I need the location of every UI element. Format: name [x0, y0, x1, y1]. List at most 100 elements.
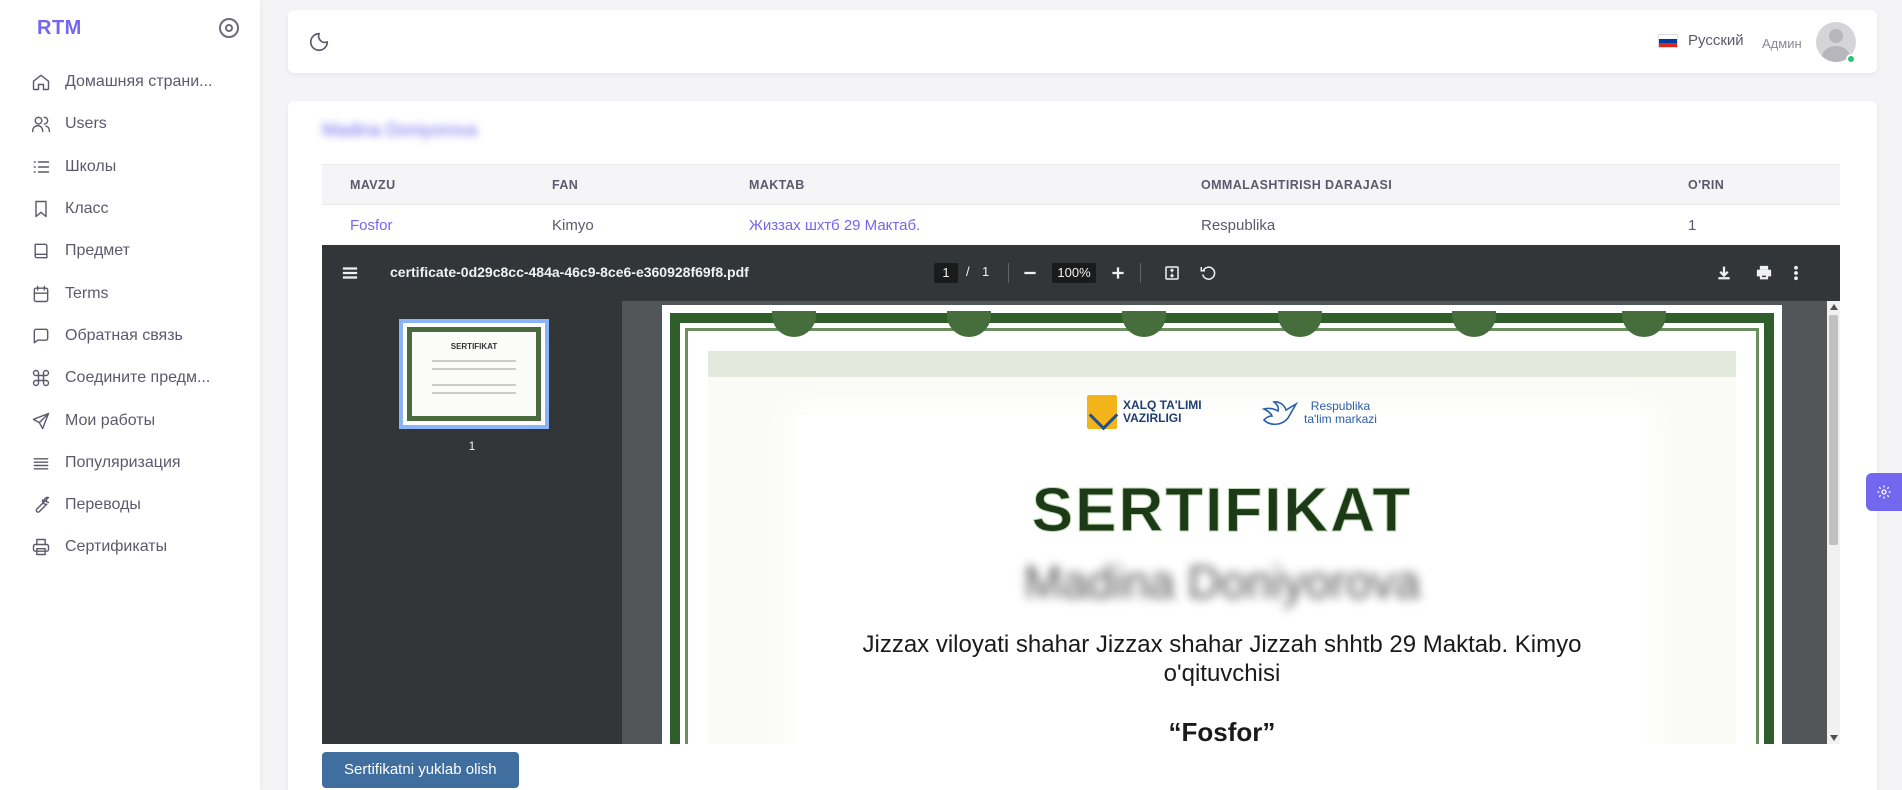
certificate-table: MAVZU FAN MAKTAB OMMALASHTIRISH DARAJASI…	[322, 164, 1840, 247]
ministry-logo-icon	[1087, 395, 1117, 429]
command-icon	[30, 367, 52, 389]
ornament	[1278, 311, 1322, 337]
pdf-page-view[interactable]: XALQ TA'LIMI VAZIRLIGI Respublika ta'lim…	[622, 301, 1840, 744]
sidebar-item-class[interactable]: Класс	[0, 188, 260, 230]
column-header-subject: FAN	[524, 164, 721, 205]
subject-cell: Kimyo	[552, 217, 594, 235]
language-switcher[interactable]: Русский	[1658, 32, 1744, 49]
sidebar-toggle-icon[interactable]	[219, 18, 239, 38]
education-center-logo-text: Respublika ta'lim markazi	[1304, 400, 1377, 426]
sidebar-item-label: Переводы	[65, 496, 141, 514]
ornament	[1622, 311, 1666, 337]
zoom-in-icon[interactable]	[1108, 263, 1128, 283]
rotate-icon[interactable]	[1198, 263, 1218, 283]
certificate-page: XALQ TA'LIMI VAZIRLIGI Respublika ta'lim…	[662, 305, 1782, 744]
sidebar-item-terms[interactable]: Terms	[0, 272, 260, 314]
gear-icon	[1877, 485, 1891, 499]
column-header-level: OMMALASHTIRISH DARAJASI	[1173, 164, 1660, 205]
calendar-icon	[30, 283, 52, 305]
zoom-level-input[interactable]: 100%	[1052, 263, 1096, 283]
sidebar-item-label: Класс	[65, 200, 109, 218]
sidebar-item-label: Домашняя страни...	[65, 73, 213, 91]
brand-logo[interactable]: RTM	[37, 17, 82, 40]
sidebar: RTM Домашняя страни... Users Школы Класс…	[0, 0, 260, 790]
lines-icon	[30, 452, 52, 474]
certificate-title: SERTIFIKAT	[1031, 476, 1413, 546]
place-cell: 1	[1688, 217, 1697, 235]
fit-page-icon[interactable]	[1162, 263, 1182, 283]
send-icon	[30, 410, 52, 432]
thumbnail-title: SERTIFIKAT	[450, 342, 498, 351]
column-header-place: O'RIN	[1660, 164, 1840, 205]
sidebar-item-translations[interactable]: Переводы	[0, 484, 260, 526]
school-link[interactable]: Жиззах шхтб 29 Мактаб.	[721, 205, 1173, 247]
zoom-out-icon[interactable]	[1020, 263, 1040, 283]
ornament	[1452, 311, 1496, 337]
thumbnail-sidebar: SERTIFIKAT 1	[322, 301, 622, 744]
education-center-logo-line: ta'lim markazi	[1304, 412, 1377, 426]
sidebar-item-schools[interactable]: Школы	[0, 146, 260, 188]
scroll-up-icon[interactable]	[1830, 304, 1838, 310]
sidebar-item-label: Сертификаты	[65, 538, 168, 556]
list-icon	[30, 156, 52, 178]
ministry-logo-line: VAZIRLIGI	[1123, 411, 1182, 425]
sidebar-item-home[interactable]: Домашняя страни...	[0, 61, 260, 103]
message-icon	[30, 325, 52, 347]
thumbnail-line	[432, 368, 516, 370]
ministry-logo-text: XALQ TA'LIMI VAZIRLIGI	[1123, 399, 1202, 425]
sidebar-item-label: Соедините предм...	[65, 369, 211, 387]
toolbar-divider	[1008, 263, 1009, 283]
topic-link[interactable]: Fosfor	[322, 205, 524, 247]
thumbnail-line	[432, 392, 516, 394]
column-header-topic: MAVZU	[322, 164, 524, 205]
scroll-down-icon[interactable]	[1830, 735, 1838, 741]
pdf-viewer: certificate-0d29c8cc-484a-46c9-8ce6-e360…	[322, 245, 1840, 744]
thumbnail-line	[432, 384, 516, 386]
book-icon	[30, 240, 52, 262]
sidebar-item-certificates[interactable]: Сертификаты	[0, 526, 260, 568]
page-number-input[interactable]: 1	[934, 263, 958, 283]
download-icon[interactable]	[1714, 263, 1734, 283]
sidebar-item-users[interactable]: Users	[0, 103, 260, 145]
online-status-icon	[1846, 54, 1856, 64]
wrench-icon	[30, 494, 52, 516]
pdf-toolbar: certificate-0d29c8cc-484a-46c9-8ce6-e360…	[322, 245, 1840, 301]
thumbnail-preview: SERTIFIKAT	[407, 327, 541, 421]
pdf-scrollbar[interactable]	[1827, 301, 1840, 744]
ministry-logo: XALQ TA'LIMI VAZIRLIGI	[1087, 395, 1202, 429]
sidebar-item-label: Мои работы	[65, 411, 156, 429]
moon-icon[interactable]	[308, 31, 330, 53]
more-options-icon[interactable]	[1786, 263, 1806, 283]
home-icon	[30, 71, 52, 93]
sidebar-item-label: Обратная связь	[65, 326, 183, 344]
print-icon[interactable]	[1754, 263, 1774, 283]
bookmark-icon	[30, 198, 52, 220]
sidebar-menu: Домашняя страни... Users Школы Класс Пре…	[0, 61, 260, 569]
sidebar-item-connect-subjects[interactable]: Соедините предм...	[0, 357, 260, 399]
top-ornaments	[662, 305, 1782, 365]
column-header-school: MAKTAB	[721, 164, 1173, 205]
customizer-toggle[interactable]	[1866, 473, 1902, 511]
sidebar-item-subject[interactable]: Предмет	[0, 230, 260, 272]
person-name: Madina Doniyorova	[322, 120, 478, 140]
page-thumbnail[interactable]: SERTIFIKAT	[399, 319, 549, 429]
ornament	[772, 311, 816, 337]
level-cell: Respublika	[1201, 217, 1276, 235]
page-separator: /	[966, 264, 970, 279]
certificate-topic: “Fosfor”	[1168, 717, 1276, 744]
menu-icon[interactable]	[340, 263, 360, 283]
certificate-card: Madina Doniyorova MAVZU FAN MAKTAB OMMAL…	[288, 101, 1877, 790]
sidebar-item-feedback[interactable]: Обратная связь	[0, 315, 260, 357]
user-role: Админ	[1762, 36, 1802, 51]
sidebar-item-popularization[interactable]: Популяризация	[0, 442, 260, 484]
page-total: 1	[982, 264, 990, 279]
sidebar-item-my-works[interactable]: Мои работы	[0, 399, 260, 441]
thumbnail-line	[432, 360, 516, 362]
ornament	[947, 311, 991, 337]
sidebar-item-label: Terms	[65, 284, 109, 302]
download-certificate-button[interactable]: Sertifikatni yuklab olish	[322, 752, 519, 788]
scroll-thumb[interactable]	[1829, 315, 1838, 545]
dove-icon	[1262, 401, 1298, 426]
certificate-description: Jizzax viloyati shahar Jizzax shahar Jiz…	[862, 631, 1582, 687]
sidebar-item-label: Популяризация	[65, 453, 181, 471]
